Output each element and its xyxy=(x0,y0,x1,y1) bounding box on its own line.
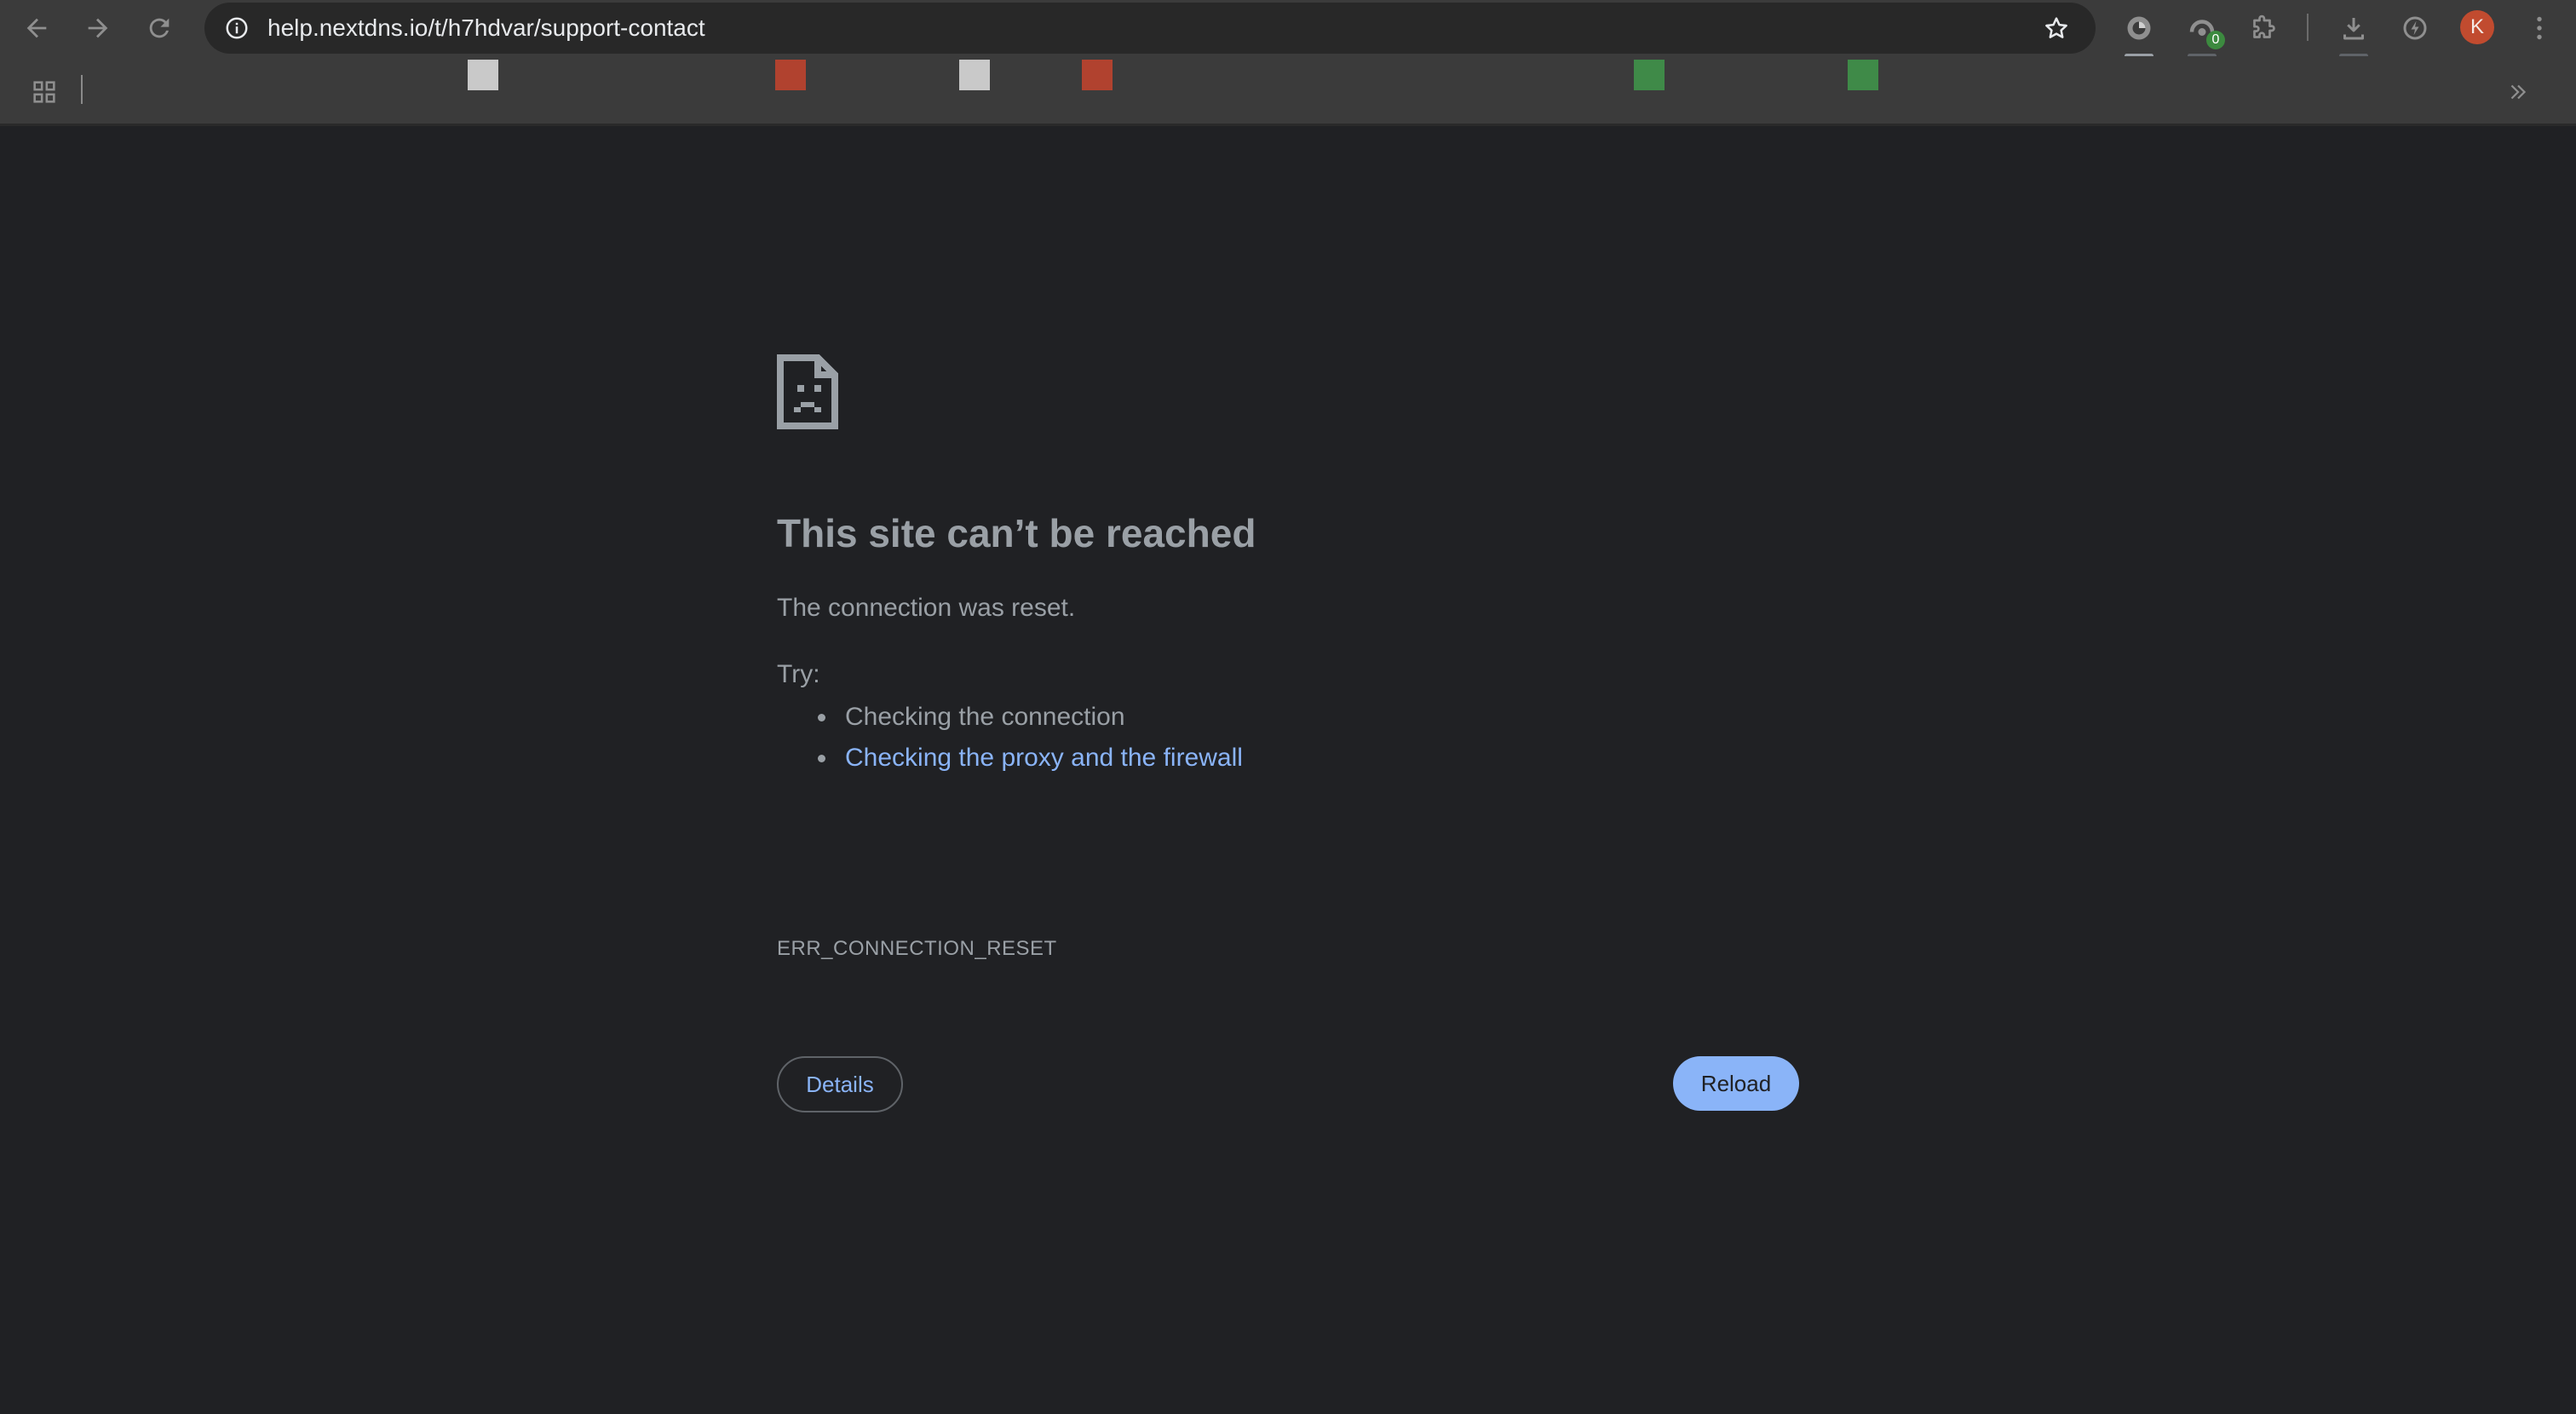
error-page: This site can’t be reached The connectio… xyxy=(0,126,2576,1414)
toolbar-divider xyxy=(2307,14,2309,41)
bookmark-favicon-gray-1 xyxy=(468,60,498,90)
apps-button[interactable] xyxy=(27,75,61,109)
puzzle-piece-icon xyxy=(2253,14,2275,38)
try-label: Try: xyxy=(777,660,820,688)
bookmark-item[interactable] xyxy=(775,60,806,90)
download-icon xyxy=(2343,18,2364,40)
suggestions-list: Checking the connection Checking the pro… xyxy=(818,697,1243,779)
apps-grid-icon xyxy=(33,81,55,103)
bookmark-favicon-green-1 xyxy=(1634,60,1665,90)
bookmark-item[interactable] xyxy=(1634,60,1665,90)
arrow-right-icon xyxy=(88,18,108,38)
bookmark-favicon-red-1 xyxy=(775,60,806,90)
extension-button-2[interactable]: 0 xyxy=(2182,9,2225,58)
suggestion-item: Checking the connection xyxy=(818,697,1243,738)
extensions-menu-button[interactable] xyxy=(2244,9,2283,48)
url-text[interactable]: help.nextdns.io/t/h7hdvar/support-contac… xyxy=(267,14,705,42)
back-button[interactable] xyxy=(15,7,58,49)
profile-avatar[interactable]: K xyxy=(2460,10,2494,44)
details-button[interactable]: Details xyxy=(777,1056,903,1112)
forward-button[interactable] xyxy=(77,7,119,49)
bookmark-item[interactable] xyxy=(1848,60,1878,90)
sad-document-icon xyxy=(777,354,838,429)
bookmark-item[interactable] xyxy=(1082,60,1113,90)
arrow-left-icon xyxy=(26,18,47,38)
error-title: This site can’t be reached xyxy=(777,511,1256,555)
extension-badge: 0 xyxy=(2206,31,2225,49)
site-info-button[interactable] xyxy=(220,11,254,45)
bookmark-star-button[interactable] xyxy=(2039,11,2073,45)
browser-toolbar: help.nextdns.io/t/h7hdvar/support-contac… xyxy=(0,0,2576,58)
error-message: The connection was reset. xyxy=(777,594,1076,622)
bookmark-item[interactable] xyxy=(959,60,990,90)
performance-button[interactable] xyxy=(2395,9,2435,48)
error-code: ERR_CONNECTION_RESET xyxy=(777,937,1057,960)
bookmark-item[interactable] xyxy=(468,60,498,90)
proxy-firewall-link[interactable]: Checking the proxy and the firewall xyxy=(845,744,1243,772)
address-bar[interactable]: help.nextdns.io/t/h7hdvar/support-contac… xyxy=(204,3,2096,54)
extension-button-1[interactable] xyxy=(2119,9,2159,58)
suggestion-item: Checking the proxy and the firewall xyxy=(818,738,1243,779)
bookmarks-divider xyxy=(81,75,83,104)
downloads-button[interactable] xyxy=(2334,9,2373,58)
bookmarks-bar xyxy=(0,56,2576,126)
browser-window: help.nextdns.io/t/h7hdvar/support-contac… xyxy=(0,0,2576,1414)
bookmark-favicon-green-2 xyxy=(1848,60,1878,90)
bullet-icon xyxy=(818,755,825,762)
refresh-icon xyxy=(149,18,170,38)
bullet-icon xyxy=(818,714,825,721)
star-outline-icon xyxy=(2045,17,2067,38)
info-circle-icon xyxy=(226,17,248,39)
more-bookmarks-button[interactable] xyxy=(2499,73,2537,111)
bookmark-favicon-gray-2 xyxy=(959,60,990,90)
reload-toolbar-button[interactable] xyxy=(138,7,181,49)
extension-1-icon xyxy=(2127,16,2151,40)
bookmark-favicon-red-2 xyxy=(1082,60,1113,90)
browser-menu-button[interactable] xyxy=(2520,9,2559,48)
speedometer-bolt-icon xyxy=(2403,16,2427,40)
double-chevron-right-icon xyxy=(2510,84,2527,100)
reload-button[interactable]: Reload xyxy=(1673,1056,1799,1111)
suggestion-text: Checking the connection xyxy=(845,703,1125,731)
more-vertical-icon xyxy=(2537,16,2542,40)
